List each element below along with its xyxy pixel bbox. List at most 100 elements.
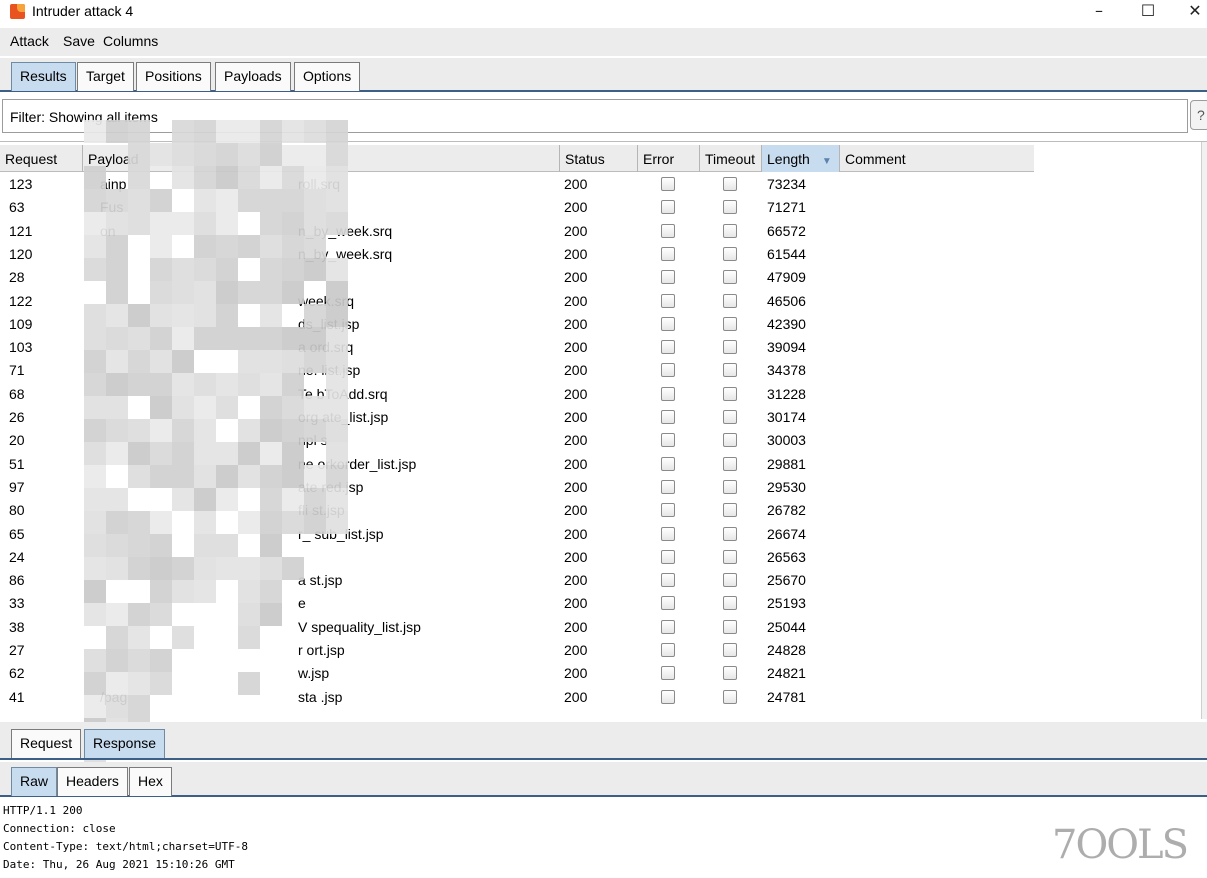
tab-payloads[interactable]: Payloads (215, 62, 291, 91)
error-checkbox[interactable] (661, 410, 675, 424)
timeout-checkbox[interactable] (723, 573, 737, 588)
table-row[interactable]: 120 n_by_week.srq 200 61544 (0, 243, 1034, 266)
timeout-checkbox[interactable] (723, 549, 737, 564)
timeout-checkbox[interactable] (723, 503, 737, 518)
tab-response[interactable]: Response (84, 729, 166, 758)
timeout-checkbox[interactable] (723, 363, 737, 378)
timeout-checkbox[interactable] (723, 666, 737, 681)
error-checkbox[interactable] (661, 643, 675, 657)
menu-save[interactable]: Save (63, 33, 95, 49)
request-number: 86 (9, 572, 25, 589)
table-row[interactable]: 41/pag sta .jsp 200 24781 (0, 686, 1034, 709)
table-row[interactable]: 24 200 26563 (0, 546, 1034, 569)
tab-target[interactable]: Target (77, 62, 134, 91)
column-comment[interactable]: Comment (839, 145, 1034, 172)
table-row[interactable]: 97 ate red.jsp 200 29530 (0, 476, 1034, 499)
table-row[interactable]: 63 Fus 200 71271 (0, 196, 1034, 219)
error-checkbox[interactable] (661, 596, 675, 611)
table-row[interactable]: 33 e 200 25193 (0, 592, 1034, 615)
table-row[interactable]: 109 ds_list.jsp 200 42390 (0, 313, 1034, 336)
tab-raw[interactable]: Raw (11, 767, 58, 796)
timeout-checkbox[interactable] (723, 246, 737, 261)
timeout-checkbox[interactable] (723, 479, 737, 494)
tab-request[interactable]: Request (11, 729, 82, 758)
table-row[interactable]: 103 a ord.srq 200 39094 (0, 336, 1034, 359)
table-row[interactable]: 80 fli st.jsp 200 26782 (0, 499, 1034, 522)
table-row[interactable]: 38 V spequality_list.jsp 200 25044 (0, 616, 1034, 639)
column-request[interactable]: Request (0, 145, 82, 172)
table-row[interactable]: 121 on n_by_week.srq 200 66572 (0, 220, 1034, 243)
menu-attack[interactable]: Attack (10, 33, 49, 49)
table-row[interactable]: 86 a st.jsp 200 25670 (0, 569, 1034, 592)
timeout-checkbox[interactable] (723, 643, 737, 657)
table-row[interactable]: 122 week.srq 200 46506 (0, 290, 1034, 313)
table-row[interactable]: 123 ainp roll.srq 200 73234 (0, 173, 1034, 196)
table-row[interactable]: 20 npl s 200 30003 (0, 429, 1034, 452)
tab-headers[interactable]: Headers (57, 767, 128, 796)
column-payload[interactable]: Payload (82, 145, 559, 172)
filter-bar[interactable]: Filter: Showing all items (2, 99, 1188, 133)
timeout-checkbox[interactable] (723, 270, 737, 285)
timeout-checkbox[interactable] (723, 293, 737, 308)
table-row[interactable]: 65 r_ sub_list.jsp 200 26674 (0, 523, 1034, 546)
timeout-checkbox[interactable] (723, 689, 737, 704)
timeout-checkbox[interactable] (723, 410, 737, 424)
error-checkbox[interactable] (661, 456, 675, 471)
column-error[interactable]: Error (637, 145, 699, 172)
error-checkbox[interactable] (661, 316, 675, 331)
column-length[interactable]: Length ▼ (761, 145, 839, 172)
timeout-checkbox[interactable] (723, 456, 737, 471)
timeout-checkbox[interactable] (723, 433, 737, 448)
error-checkbox[interactable] (661, 503, 675, 518)
error-checkbox[interactable] (661, 526, 675, 541)
response-raw-text[interactable]: HTTP/1.1 200 Connection: close Content-Typ… (0, 799, 1207, 878)
error-checkbox[interactable] (661, 386, 675, 401)
error-checkbox[interactable] (661, 246, 675, 261)
close-button[interactable]: ✕ (1172, 0, 1207, 24)
timeout-checkbox[interactable] (723, 223, 737, 238)
timeout-checkbox[interactable] (723, 177, 737, 191)
table-row[interactable]: 68 Te bToAdd.srq 200 31228 (0, 383, 1034, 406)
column-status[interactable]: Status (559, 145, 637, 172)
table-row[interactable]: 28 200 47909 (0, 266, 1034, 289)
error-checkbox[interactable] (661, 433, 675, 448)
error-checkbox[interactable] (661, 689, 675, 704)
tab-options[interactable]: Options (294, 62, 361, 91)
error-checkbox[interactable] (661, 270, 675, 285)
table-row[interactable]: 27 r ort.jsp 200 24828 (0, 639, 1034, 662)
error-checkbox[interactable] (661, 223, 675, 238)
tab-results[interactable]: Results (11, 62, 76, 91)
table-row[interactable]: 62 w.jsp 200 24821 (0, 662, 1034, 685)
error-checkbox[interactable] (661, 666, 675, 681)
menu-columns[interactable]: Columns (103, 33, 158, 49)
timeout-checkbox[interactable] (723, 596, 737, 611)
tab-positions[interactable]: Positions (136, 62, 211, 91)
error-checkbox[interactable] (661, 177, 675, 191)
maximize-button[interactable]: ☐ (1125, 0, 1171, 24)
results-table[interactable]: Request Payload Status Error Timeout Len… (0, 141, 1207, 719)
error-checkbox[interactable] (661, 340, 675, 355)
error-checkbox[interactable] (661, 200, 675, 215)
timeout-checkbox[interactable] (723, 386, 737, 401)
error-checkbox[interactable] (661, 619, 675, 634)
minimize-button[interactable]: – (1076, 0, 1122, 24)
timeout-checkbox[interactable] (723, 526, 737, 541)
column-timeout[interactable]: Timeout (699, 145, 761, 172)
request-number: 121 (9, 222, 33, 239)
table-row[interactable]: 26 org ate_list.jsp 200 30174 (0, 406, 1034, 429)
vertical-scrollbar[interactable] (1201, 142, 1207, 719)
table-row[interactable]: 71 ne. list.jsp 200 34378 (0, 359, 1034, 382)
timeout-checkbox[interactable] (723, 619, 737, 634)
error-checkbox[interactable] (661, 479, 675, 494)
error-checkbox[interactable] (661, 363, 675, 378)
help-button[interactable]: ? (1190, 100, 1207, 130)
error-checkbox[interactable] (661, 293, 675, 308)
timeout-checkbox[interactable] (723, 200, 737, 215)
timeout-checkbox[interactable] (723, 340, 737, 355)
tab-hex[interactable]: Hex (129, 767, 172, 796)
timeout-checkbox[interactable] (723, 316, 737, 331)
error-checkbox[interactable] (661, 573, 675, 588)
watermark-logo: 7OOLS (1052, 822, 1189, 868)
error-checkbox[interactable] (661, 549, 675, 564)
table-row[interactable]: 51 ne orkorder_list.jsp 200 29881 (0, 453, 1034, 476)
